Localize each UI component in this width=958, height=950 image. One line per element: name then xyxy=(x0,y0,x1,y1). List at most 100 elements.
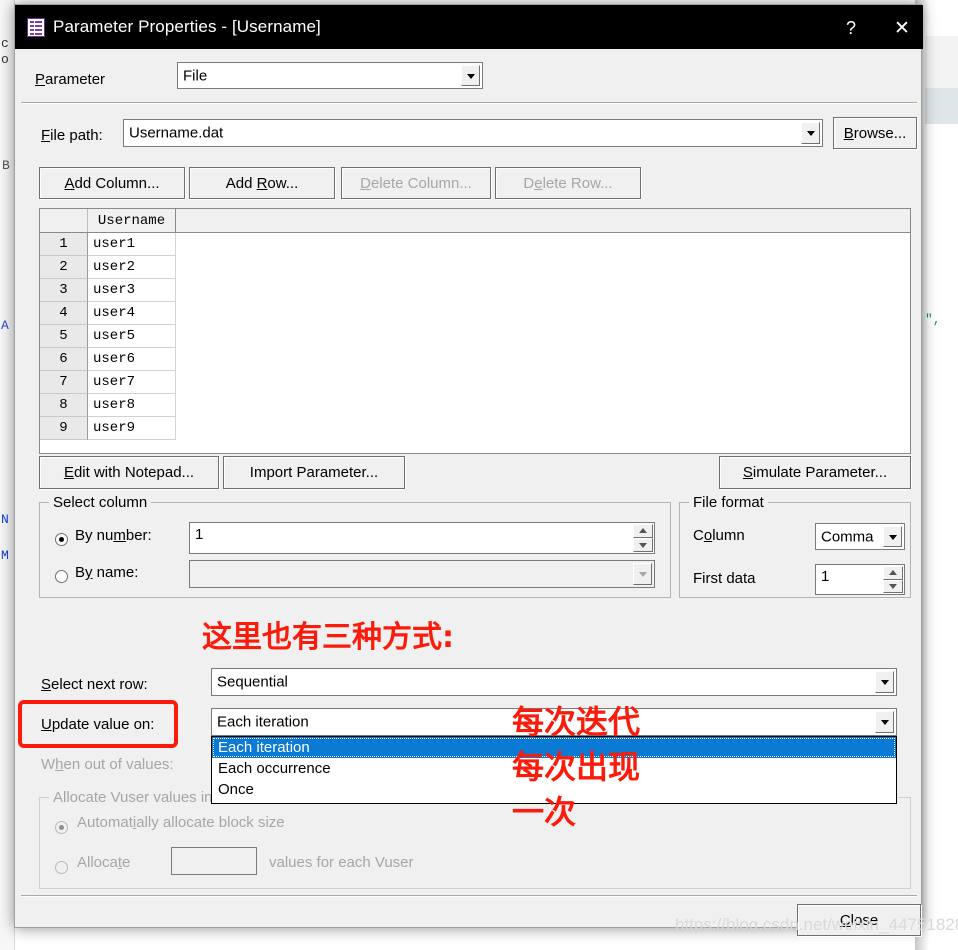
row-value[interactable]: user3 xyxy=(88,279,176,302)
browse-button[interactable]: Browse... xyxy=(833,117,917,149)
import-parameter-button[interactable]: Import Parameter... xyxy=(223,456,405,489)
table-row[interactable]: 1 user1 xyxy=(40,233,910,256)
stepper-down-icon[interactable] xyxy=(633,538,653,552)
file-path-value: Username.dat xyxy=(129,124,224,142)
allocate-label: Allocate xyxy=(77,854,131,871)
add-column-button[interactable]: Add Column... xyxy=(39,167,185,199)
update-value-on-dropdown-list[interactable]: Each iteration Each occurrence Once xyxy=(211,736,897,804)
row-value[interactable]: user8 xyxy=(88,394,176,417)
table-row[interactable]: 4 user4 xyxy=(40,302,910,325)
first-data-field[interactable]: 1 xyxy=(815,564,905,595)
by-number-stepper[interactable] xyxy=(633,524,653,552)
grid-header-row: Username xyxy=(40,209,910,233)
by-number-field[interactable]: 1 xyxy=(189,522,655,554)
divider-footer xyxy=(21,895,917,897)
by-number-label: By number: xyxy=(75,527,152,544)
by-name-radio[interactable] xyxy=(55,570,68,583)
close-icon[interactable]: ✕ xyxy=(881,15,923,41)
column-format-label: Column xyxy=(693,527,745,544)
allocate-vuser-values-group: Allocate Vuser values in the Controller xyxy=(39,789,911,889)
close-button[interactable]: Close xyxy=(797,904,921,936)
table-row[interactable]: 8 user8 xyxy=(40,394,910,417)
delete-column-button[interactable]: Delete Column... xyxy=(341,167,491,199)
row-number: 4 xyxy=(40,302,88,325)
editor-gutter xyxy=(0,0,15,950)
dropdown-option-each-iteration[interactable]: Each iteration xyxy=(212,737,896,758)
first-data-label: First data xyxy=(693,570,756,587)
chevron-down-icon[interactable] xyxy=(801,122,820,144)
row-number: 8 xyxy=(40,394,88,417)
update-value-on-label: Update value on: xyxy=(41,716,155,733)
by-name-combo[interactable] xyxy=(189,560,655,588)
update-value-on-combo[interactable]: Each iteration xyxy=(211,708,897,736)
chevron-down-icon[interactable] xyxy=(883,526,902,547)
stepper-up-icon[interactable] xyxy=(883,566,903,580)
row-number: 5 xyxy=(40,325,88,348)
table-row[interactable]: 7 user7 xyxy=(40,371,910,394)
file-path-combo[interactable]: Username.dat xyxy=(123,119,823,147)
stepper-down-icon[interactable] xyxy=(883,579,903,593)
parameter-type-combo[interactable]: File xyxy=(177,62,483,89)
dropdown-option-each-occurrence[interactable]: Each occurrence xyxy=(212,758,896,779)
row-value[interactable]: user9 xyxy=(88,417,176,440)
parameter-properties-dialog: Parameter Properties - [Username] ? ✕ Pa… xyxy=(14,4,923,936)
row-number: 7 xyxy=(40,371,88,394)
allocate-count-field[interactable] xyxy=(171,847,257,875)
table-row[interactable]: 9 user9 xyxy=(40,417,910,440)
row-value[interactable]: user6 xyxy=(88,348,176,371)
by-number-value: 1 xyxy=(195,526,204,543)
title-bar[interactable]: Parameter Properties - [Username] ? ✕ xyxy=(15,5,923,49)
parameter-table-icon xyxy=(27,18,45,37)
grid-column-header-username[interactable]: Username xyxy=(88,209,176,232)
row-value[interactable]: user1 xyxy=(88,233,176,256)
table-row[interactable]: 5 user5 xyxy=(40,325,910,348)
row-value[interactable]: user4 xyxy=(88,302,176,325)
bg-code-line-4: A xyxy=(1,318,9,333)
add-row-button[interactable]: Add Row... xyxy=(189,167,335,199)
help-button[interactable]: ? xyxy=(830,15,872,41)
chevron-down-icon[interactable] xyxy=(461,65,480,86)
row-number: 3 xyxy=(40,279,88,302)
parameter-label: Parameter xyxy=(35,71,106,88)
allocate-radio[interactable] xyxy=(55,861,68,874)
window-title: Parameter Properties - [Username] xyxy=(53,17,321,36)
row-number: 2 xyxy=(40,256,88,279)
select-column-title: Select column xyxy=(49,494,152,511)
row-number: 6 xyxy=(40,348,88,371)
select-next-row-combo[interactable]: Sequential xyxy=(211,668,897,696)
select-next-row-label: Select next row: xyxy=(41,676,148,693)
grid-corner-cell xyxy=(40,209,88,232)
stepper-up-icon[interactable] xyxy=(633,524,653,538)
row-number: 9 xyxy=(40,417,88,440)
auto-allocate-label: Automatially allocate block size xyxy=(77,814,285,831)
simulate-parameter-button[interactable]: Simulate Parameter... xyxy=(719,456,911,489)
chevron-down-icon[interactable] xyxy=(875,671,894,693)
dialog-client-area: Parameter File File path: Username.dat B… xyxy=(21,49,921,936)
row-value[interactable]: user5 xyxy=(88,325,176,348)
bg-code-line-6: M xyxy=(1,548,9,563)
first-data-stepper[interactable] xyxy=(883,566,903,593)
file-format-title: File format xyxy=(689,494,768,511)
delete-row-button[interactable]: Delete Row... xyxy=(495,167,641,199)
import-parameter-label: Import Parameter... xyxy=(249,464,379,481)
column-separator-combo[interactable]: Comma xyxy=(815,523,905,550)
dropdown-option-once[interactable]: Once xyxy=(212,779,896,800)
when-out-of-values-label: When out of values: xyxy=(41,756,174,773)
bg-code-line-5: N xyxy=(1,512,9,527)
edit-with-notepad-button[interactable]: Edit with Notepad... xyxy=(39,456,219,489)
first-data-value: 1 xyxy=(821,568,830,585)
row-value[interactable]: user7 xyxy=(88,371,176,394)
row-value[interactable]: user2 xyxy=(88,256,176,279)
chevron-down-icon[interactable] xyxy=(633,563,652,585)
divider-top xyxy=(21,102,917,104)
table-row[interactable]: 3 user3 xyxy=(40,279,910,302)
parameter-data-grid[interactable]: Username 1 user1 2 user2 3 user3 4 user4 xyxy=(39,208,911,454)
bg-code-line-1: c xyxy=(1,36,9,51)
table-row[interactable]: 6 user6 xyxy=(40,348,910,371)
bg-panel-selected xyxy=(925,88,958,124)
chevron-down-icon[interactable] xyxy=(875,711,894,733)
table-row[interactable]: 2 user2 xyxy=(40,256,910,279)
auto-allocate-radio[interactable] xyxy=(55,821,68,834)
parameter-type-value: File xyxy=(183,67,208,84)
by-number-radio[interactable] xyxy=(55,533,68,546)
